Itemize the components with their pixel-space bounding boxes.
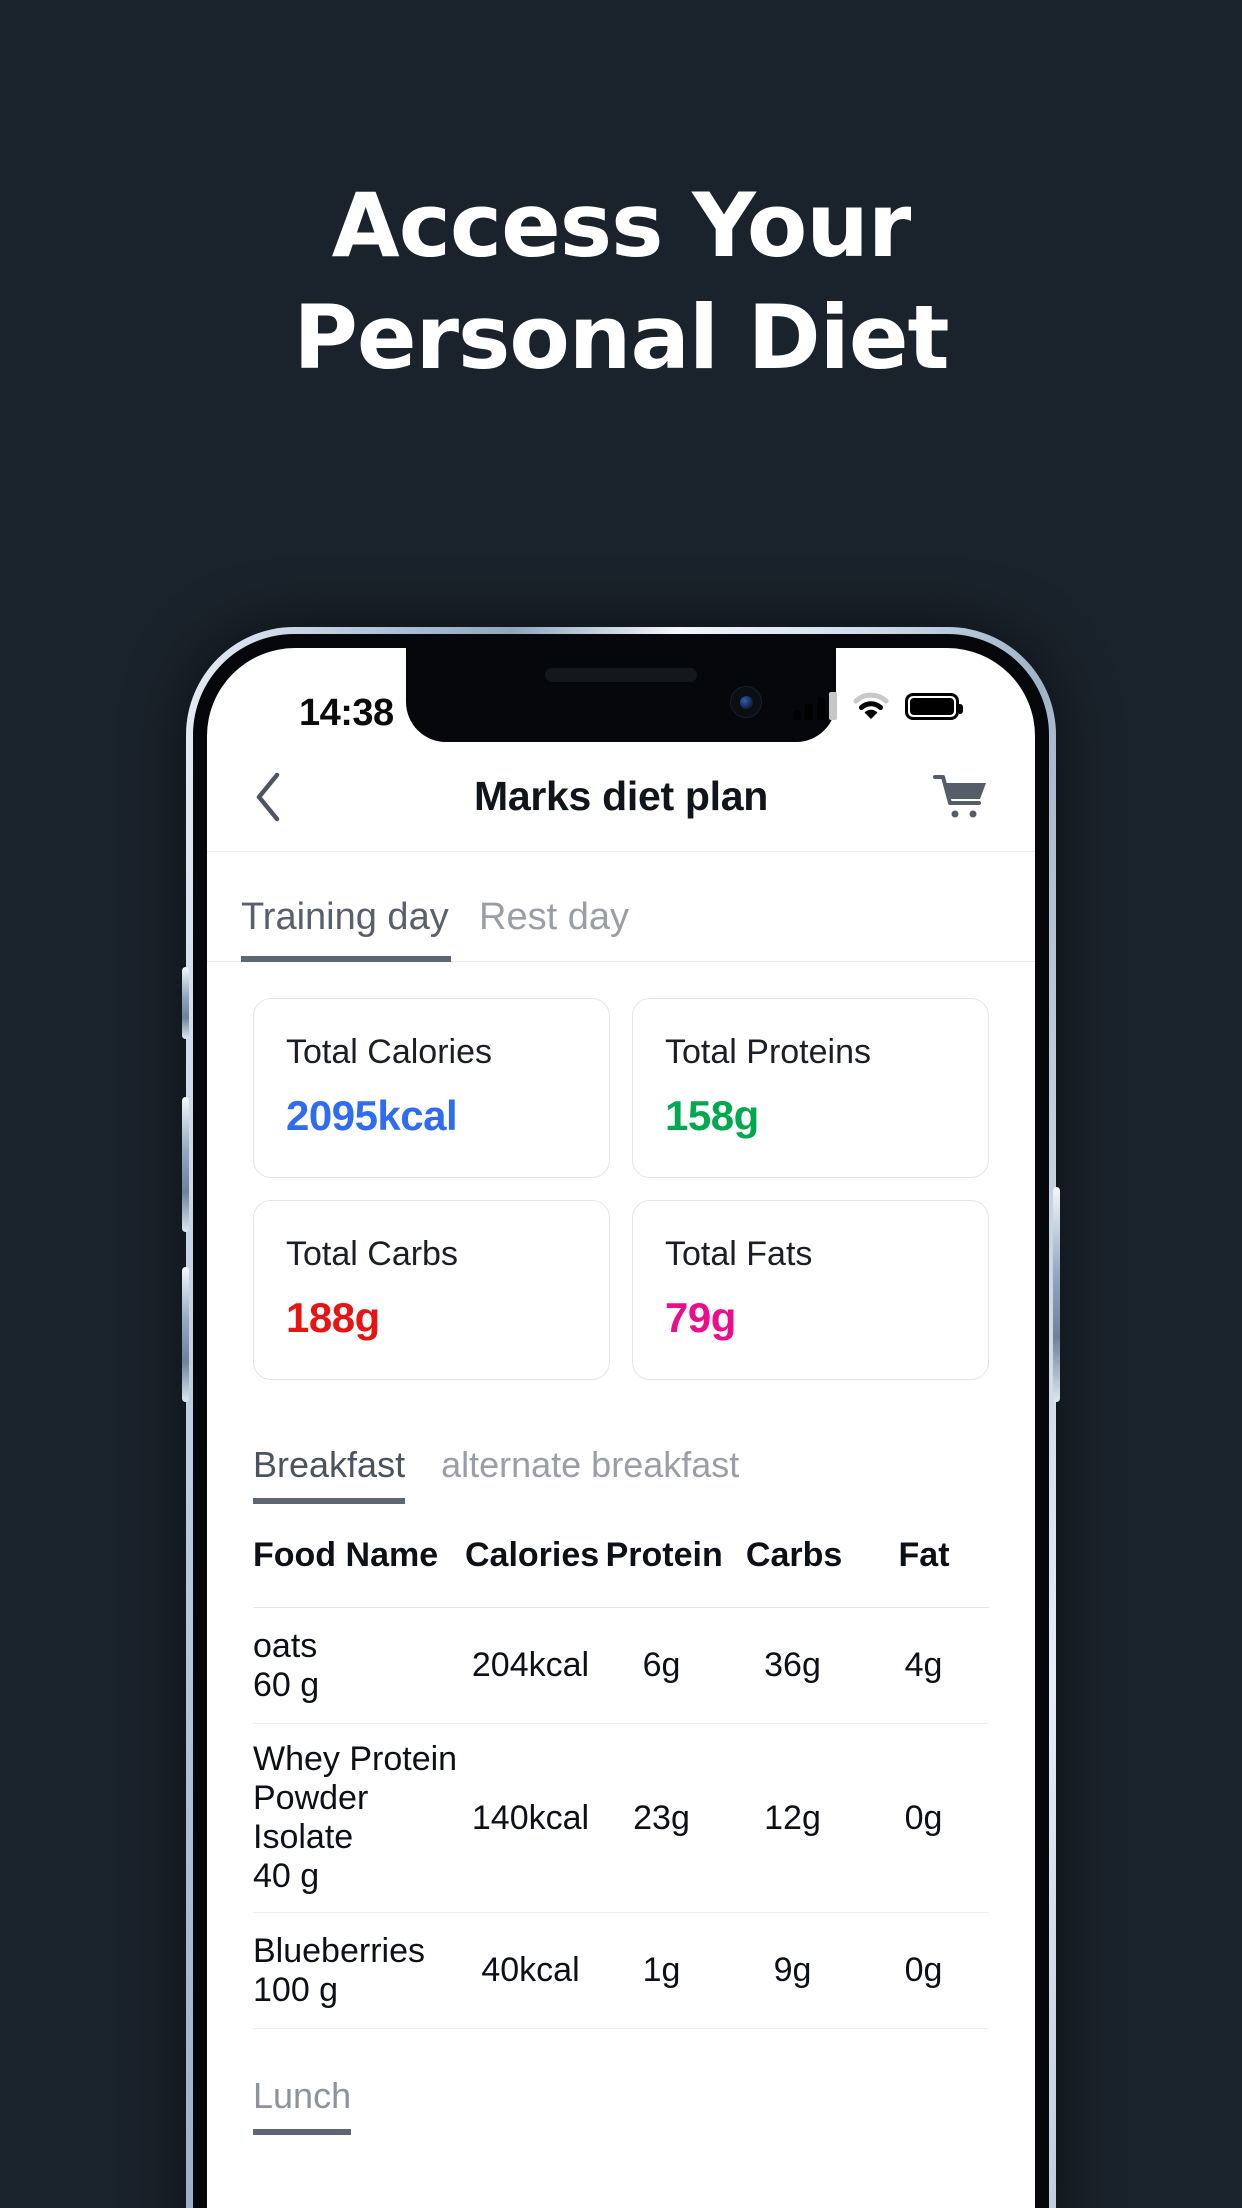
column-header-fat: Fat [898,1536,950,1574]
card-total-carbs[interactable]: Total Carbs 188g [253,1200,610,1380]
column-header-calories: Calories [465,1536,600,1574]
food-table: Food Name Calories Protein Carbs Fat oat… [207,1504,1035,2029]
back-chevron-icon[interactable] [253,770,283,824]
card-label: Total Calories [286,1033,492,1071]
tab-lunch-label: Lunch [253,2075,352,2116]
tab-training-day-label: Training day [241,896,449,938]
app-navigation-bar: Marks diet plan [207,742,1035,852]
cell-carbs: 12g [764,1798,821,1837]
headline-line-2: Personal Diet [293,285,949,389]
wifi-icon [853,692,889,720]
macro-summary-cards: Total Calories 2095kcal Total Proteins 1… [207,962,1035,1380]
cell-calories: 140kcal [471,1798,590,1837]
table-header-row: Food Name Calories Protein Carbs Fat [253,1504,989,1608]
cell-fat: 0g [904,1798,943,1837]
tab-lunch[interactable]: Lunch [253,2075,352,2135]
card-total-calories[interactable]: Total Calories 2095kcal [253,998,610,1178]
tab-breakfast[interactable]: Breakfast [253,1444,406,1504]
lunch-tab-bar: Lunch [207,2029,1035,2135]
column-header-protein: Protein [605,1536,723,1574]
card-value: 2095kcal [286,1092,458,1139]
card-label: Total Proteins [665,1033,871,1071]
phone-bezel: 14:38 Marks diet plan Training day Rest … [193,634,1049,2208]
tab-training-day[interactable]: Training day [241,896,451,962]
headline-line-1: Access Your [331,174,912,277]
card-label: Total Fats [665,1235,813,1273]
cell-food-name: Whey Protein Powder Isolate 40 g [253,1740,465,1896]
status-clock: 14:38 [299,692,394,734]
tab-alternate-breakfast-label: alternate breakfast [441,1444,740,1485]
meal-tab-bar: Breakfast alternate breakfast [207,1424,1035,1504]
food-name: oats [253,1626,318,1665]
cell-food-name: Blueberries 100 g [253,1932,465,2010]
cell-protein: 23g [633,1798,690,1837]
cell-food-name: oats 60 g [253,1627,465,1705]
food-amount: 60 g [253,1665,320,1704]
cell-carbs: 9g [773,1951,812,1989]
column-header-carbs: Carbs [745,1536,843,1574]
page-title: Marks diet plan [474,773,768,819]
table-row[interactable]: oats 60 g 204kcal 6g 36g 4g [253,1608,989,1724]
cell-protein: 6g [642,1646,681,1684]
food-amount: 100 g [253,1970,339,2009]
table-row[interactable]: Whey Protein Powder Isolate 40 g 140kcal… [253,1724,989,1913]
phone-mockup: 14:38 Marks diet plan Training day Rest … [182,627,1060,2208]
card-label: Total Carbs [286,1235,458,1273]
card-value: 158g [665,1092,759,1139]
cellular-signal-icon [793,692,837,720]
power-button[interactable] [1053,1187,1060,1402]
battery-full-icon [905,693,963,720]
status-bar: 14:38 [207,648,1035,742]
cell-calories: 40kcal [481,1951,580,1989]
tab-rest-day[interactable]: Rest day [479,896,659,961]
cell-calories: 204kcal [471,1646,590,1684]
day-tab-bar: Training day Rest day [207,852,1035,962]
card-value: 79g [665,1294,736,1341]
card-value: 188g [286,1294,380,1341]
tab-breakfast-label: Breakfast [253,1444,406,1485]
card-total-fats[interactable]: Total Fats 79g [632,1200,989,1380]
cell-fat: 4g [904,1646,943,1684]
food-name: Blueberries [253,1931,425,1970]
tab-rest-day-label: Rest day [479,896,629,938]
cell-protein: 1g [642,1951,681,1989]
column-header-food-name: Food Name [253,1536,439,1574]
volume-down-button[interactable] [182,1267,189,1402]
food-name: Whey Protein Powder Isolate [253,1740,458,1856]
cell-carbs: 36g [764,1646,821,1684]
table-row[interactable]: Blueberries 100 g 40kcal 1g 9g 0g [253,1913,989,2029]
promo-headline: Access Your Personal Diet [0,170,1242,394]
tab-alternate-breakfast[interactable]: alternate breakfast [441,1444,739,1504]
card-total-proteins[interactable]: Total Proteins 158g [632,998,989,1178]
food-amount: 40 g [253,1857,320,1895]
volume-up-button[interactable] [182,1097,189,1232]
mute-switch-button[interactable] [182,967,189,1039]
status-icons [793,692,963,720]
cell-fat: 0g [904,1951,943,1989]
phone-screen: 14:38 Marks diet plan Training day Rest … [207,648,1035,2208]
shopping-cart-icon[interactable] [933,773,989,821]
